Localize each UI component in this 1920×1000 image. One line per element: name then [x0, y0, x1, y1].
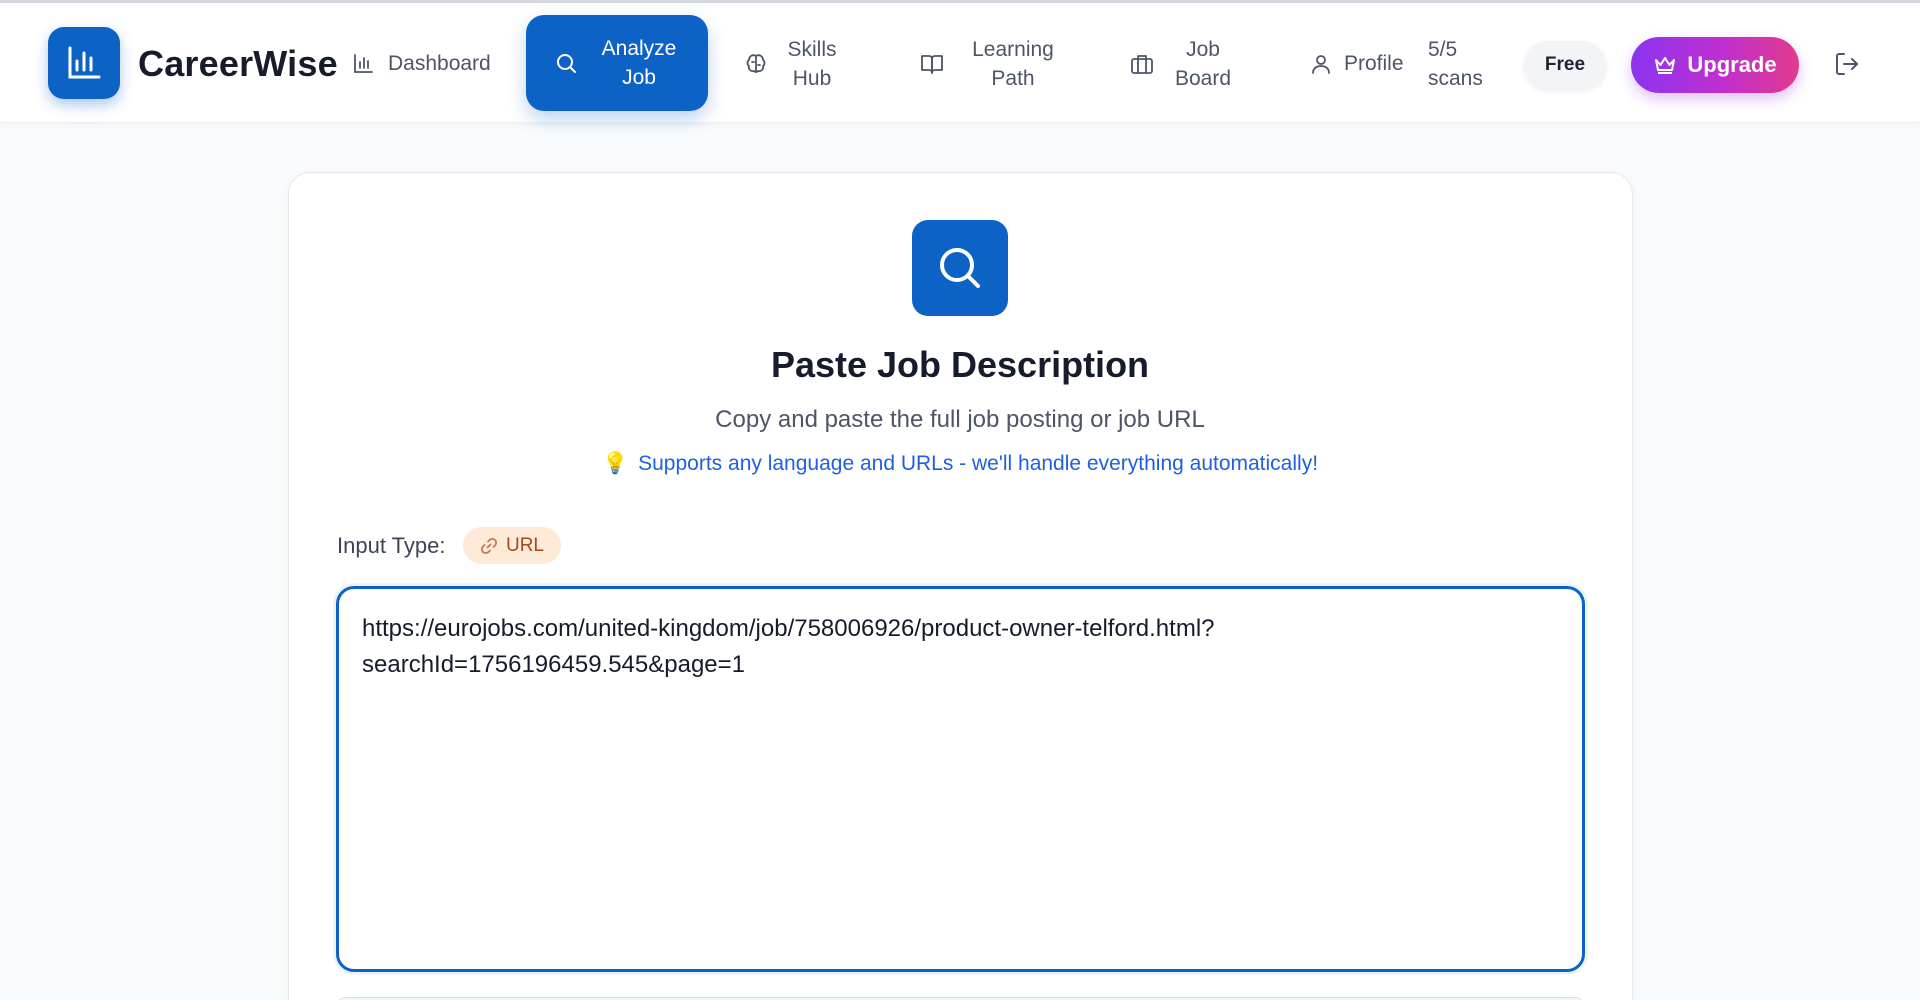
search-icon — [557, 54, 576, 73]
bar-chart-icon — [354, 53, 373, 73]
nav-skills-hub-label: Skills Hub — [787, 38, 837, 90]
page-subtitle: Copy and paste the full job posting or j… — [715, 406, 1205, 433]
nav-dashboard-label: Dashboard — [388, 52, 491, 75]
brain-icon — [746, 54, 766, 73]
nav-skills-hub[interactable]: Skills Hub — [744, 35, 842, 93]
search-badge — [912, 220, 1008, 316]
logout-icon — [1836, 53, 1858, 75]
lightbulb-icon: 💡 — [601, 452, 629, 475]
language-tip: 💡 Supports any language and URLs - we'll … — [0, 452, 1920, 476]
nav-dashboard[interactable]: Dashboard — [352, 49, 491, 78]
crown-icon — [1655, 57, 1676, 74]
logo[interactable] — [48, 27, 120, 99]
page-title: Paste Job Description — [770, 344, 1150, 385]
upgrade-button[interactable]: Upgrade — [1631, 37, 1799, 93]
input-type-label: Input Type: — [337, 533, 446, 558]
briefcase-icon — [1131, 55, 1153, 74]
link-icon — [480, 537, 498, 554]
nav-profile[interactable]: Profile — [1310, 49, 1404, 78]
user-icon — [1312, 54, 1330, 74]
nav-learning-path[interactable]: Learning Path — [920, 35, 1068, 93]
logout-button[interactable] — [1834, 51, 1862, 79]
language-tip-text: Supports any language and URLs - we'll h… — [638, 452, 1319, 475]
scan-counter: 5/5 scans — [1428, 38, 1483, 90]
open-book-icon — [921, 55, 943, 74]
search-icon — [940, 248, 980, 288]
brand-name: CareerWise — [138, 43, 338, 84]
nav-analyze-job-label: Analyze Job — [601, 37, 677, 89]
nav-job-board[interactable]: Job Board — [1130, 35, 1238, 93]
nav-analyze-job[interactable]: Analyze Job — [526, 15, 708, 111]
job-description-input[interactable]: https://eurojobs.com/united-kingdom/job/… — [336, 586, 1585, 972]
nav-profile-label: Profile — [1344, 52, 1404, 75]
nav-job-board-label: Job Board — [1174, 38, 1232, 90]
plan-badge: Free — [1524, 41, 1606, 89]
bar-chart-icon — [68, 46, 101, 79]
upgrade-button-label: Upgrade — [1687, 52, 1777, 77]
input-type-chip: URL — [463, 527, 561, 564]
top-navigation-bar: CareerWise Dashboard Analyze Job Skills … — [0, 3, 1920, 123]
input-type-chip-label: URL — [505, 534, 544, 556]
nav-learning-path-label: Learning Path — [972, 38, 1054, 90]
